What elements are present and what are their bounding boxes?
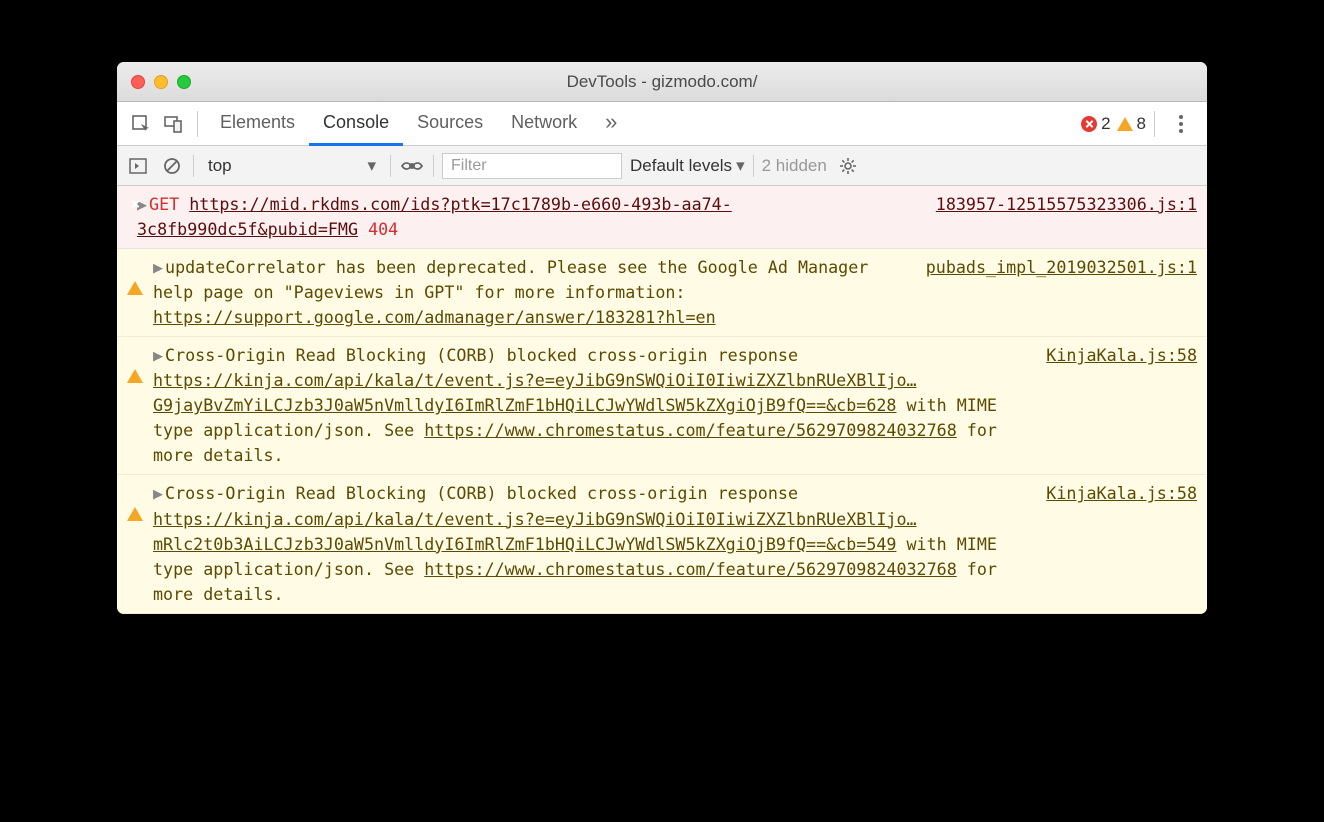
console-error-row[interactable]: ▶GET https://mid.rkdms.com/ids?ptk=17c17… <box>117 186 1207 249</box>
dropdown-icon: ▾ <box>367 156 376 176</box>
live-expression-icon[interactable] <box>399 153 425 179</box>
http-method: GET <box>149 194 179 214</box>
devtools-window: DevTools - gizmodo.com/ Elements Console… <box>117 62 1207 614</box>
main-tabs: Elements Console Sources Network » 2 8 <box>117 102 1207 146</box>
warning-icon <box>127 487 143 521</box>
warning-icon <box>127 261 143 295</box>
source-link[interactable]: KinjaKala.js:58 <box>1026 343 1197 468</box>
warning-icon <box>1117 117 1133 131</box>
divider <box>1154 111 1155 137</box>
error-counter: 2 <box>1081 114 1110 134</box>
http-status: 404 <box>368 219 398 239</box>
expand-icon[interactable]: ▶ <box>153 257 163 277</box>
tab-console[interactable]: Console <box>309 102 403 146</box>
window-controls <box>117 75 191 89</box>
menu-icon[interactable] <box>1163 115 1199 133</box>
console-warning-row[interactable]: ▶Cross-Origin Read Blocking (CORB) block… <box>117 337 1207 475</box>
tab-sources[interactable]: Sources <box>403 102 497 146</box>
link[interactable]: https://support.google.com/admanager/ans… <box>153 307 716 327</box>
warning-counter: 8 <box>1117 114 1146 134</box>
titlebar[interactable]: DevTools - gizmodo.com/ <box>117 62 1207 102</box>
log-levels-select[interactable]: Default levels ▾ <box>630 156 745 176</box>
divider <box>753 155 754 177</box>
divider <box>193 155 194 177</box>
tab-elements[interactable]: Elements <box>206 102 309 146</box>
tab-network[interactable]: Network <box>497 102 591 146</box>
more-tabs-icon[interactable]: » <box>591 99 631 148</box>
console-warning-row[interactable]: ▶Cross-Origin Read Blocking (CORB) block… <box>117 475 1207 613</box>
console-warning-row[interactable]: ▶updateCorrelator has been deprecated. P… <box>117 249 1207 337</box>
expand-icon[interactable]: ▶ <box>153 345 163 365</box>
inspect-icon[interactable] <box>125 108 157 140</box>
window-title: DevTools - gizmodo.com/ <box>117 72 1207 92</box>
expand-icon[interactable]: ▶ <box>153 483 163 503</box>
divider <box>197 111 198 137</box>
warning-icon <box>127 349 143 383</box>
hidden-count[interactable]: 2 hidden <box>762 156 827 176</box>
context-select[interactable]: top ▾ <box>202 156 382 176</box>
minimize-button[interactable] <box>154 75 168 89</box>
source-link[interactable]: pubads_impl_2019032501.js:1 <box>906 255 1197 330</box>
request-url[interactable]: https://mid.rkdms.com/ids?ptk=17c1789b-e… <box>137 194 732 239</box>
close-button[interactable] <box>131 75 145 89</box>
divider <box>390 155 391 177</box>
context-value: top <box>208 156 232 176</box>
link[interactable]: https://kinja.com/api/kala/t/event.js?e=… <box>153 370 917 415</box>
clear-console-icon[interactable] <box>159 153 185 179</box>
sidebar-toggle-icon[interactable] <box>125 153 151 179</box>
source-link[interactable]: KinjaKala.js:58 <box>1026 481 1197 606</box>
link[interactable]: https://www.chromestatus.com/feature/562… <box>424 559 956 579</box>
console-messages: ▶GET https://mid.rkdms.com/ids?ptk=17c17… <box>117 186 1207 614</box>
expand-icon[interactable]: ▶ <box>137 194 147 214</box>
dropdown-icon: ▾ <box>736 156 745 176</box>
divider <box>433 155 434 177</box>
device-toggle-icon[interactable] <box>157 108 189 140</box>
filter-input[interactable] <box>442 153 622 179</box>
maximize-button[interactable] <box>177 75 191 89</box>
link[interactable]: https://kinja.com/api/kala/t/event.js?e=… <box>153 509 917 554</box>
settings-icon[interactable] <box>835 153 861 179</box>
console-toolbar: top ▾ Default levels ▾ 2 hidden <box>117 146 1207 186</box>
error-icon <box>1081 116 1097 132</box>
link[interactable]: https://www.chromestatus.com/feature/562… <box>424 420 956 440</box>
source-link[interactable]: 183957-12515575323306.js:1 <box>916 192 1197 242</box>
issue-counters[interactable]: 2 8 <box>1081 114 1146 134</box>
